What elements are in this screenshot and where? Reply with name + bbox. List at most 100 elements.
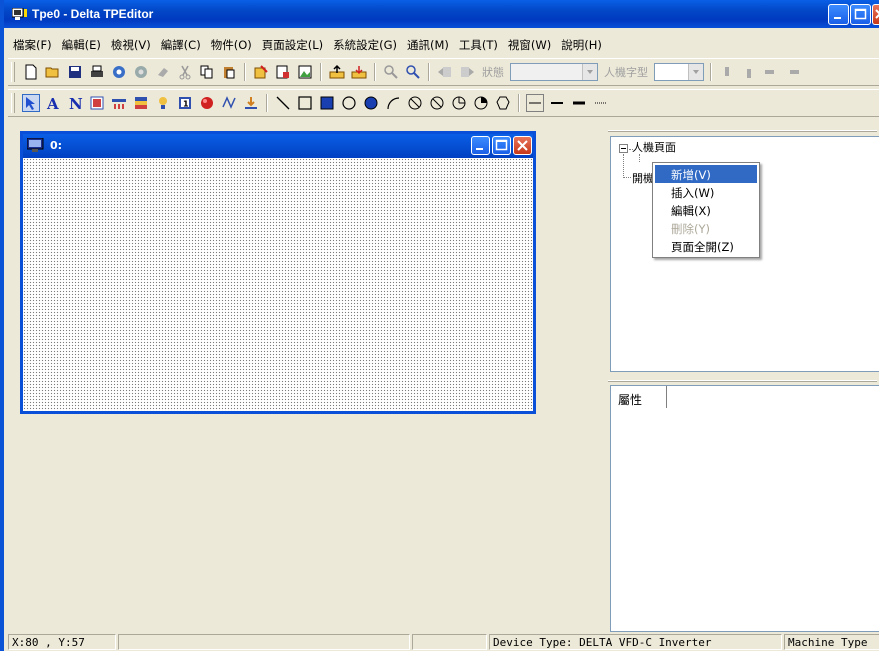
rectangle-tool-icon[interactable]	[296, 94, 314, 112]
button-object-icon[interactable]	[88, 94, 106, 112]
title-bar[interactable]: Tpe0 - Delta TPEditor	[4, 0, 879, 28]
align-top-icon[interactable]	[718, 63, 736, 81]
stacked-icon[interactable]	[132, 94, 150, 112]
page-close-button[interactable]	[513, 136, 532, 155]
tree-collapse-icon[interactable]	[619, 144, 628, 153]
prev-page-icon[interactable]	[436, 63, 454, 81]
pie-tool-icon[interactable]	[450, 94, 468, 112]
menu-compile[interactable]: 編譯(C)	[156, 34, 206, 56]
app-window: Tpe0 - Delta TPEditor 檔案(F) 編輯(E) 檢視(V) …	[0, 0, 879, 651]
maximize-button[interactable]	[850, 4, 871, 25]
hmi-font-combo[interactable]	[654, 63, 704, 81]
align-bottom-icon[interactable]	[740, 63, 758, 81]
tree-root-hmi-pages[interactable]: 人機頁面	[632, 139, 676, 155]
arc-tool-icon[interactable]	[384, 94, 402, 112]
toolbar-grip[interactable]	[11, 93, 15, 113]
state-combo[interactable]	[510, 63, 598, 81]
indicator-icon[interactable]	[198, 94, 216, 112]
select-pointer-icon[interactable]	[22, 94, 40, 112]
zoom-out-icon[interactable]	[404, 63, 422, 81]
print-icon[interactable]	[88, 63, 106, 81]
new-file-icon[interactable]	[22, 63, 40, 81]
meter-icon[interactable]	[220, 94, 238, 112]
menu-system-settings[interactable]: 系統設定(G)	[328, 34, 402, 56]
lamp-icon[interactable]	[154, 94, 172, 112]
menu-edit[interactable]: 編輯(E)	[57, 34, 106, 56]
filled-pie-tool-icon[interactable]	[472, 94, 490, 112]
status-coordinates: X:80 , Y:57	[8, 634, 116, 650]
context-item-edit[interactable]: 編輯(X)	[655, 201, 757, 219]
chevron-down-icon[interactable]	[688, 64, 703, 80]
page-maximize-button[interactable]	[492, 136, 511, 155]
svg-text:1: 1	[183, 100, 189, 109]
context-item-insert[interactable]: 插入(W)	[655, 183, 757, 201]
menu-page-settings[interactable]: 頁面設定(L)	[257, 34, 328, 56]
tree-connector	[639, 154, 640, 162]
text-n-icon[interactable]: N	[66, 94, 84, 112]
align-right-icon[interactable]	[784, 63, 802, 81]
write-icon[interactable]	[132, 63, 150, 81]
drawing-toolbar: A N 1	[8, 89, 879, 117]
status-device-type: Device Type: DELTA VFD-C Inverter	[489, 634, 782, 650]
panel-splitter[interactable]	[608, 127, 879, 135]
next-page-icon[interactable]	[458, 63, 476, 81]
filled-chord-tool-icon[interactable]	[428, 94, 446, 112]
standard-toolbar: 狀態 人機字型	[8, 58, 879, 86]
properties-panel: 屬性	[610, 385, 879, 632]
page-window-titlebar[interactable]: 0:	[23, 134, 533, 158]
circle-tool-icon[interactable]	[340, 94, 358, 112]
upload-plc-icon[interactable]	[328, 63, 346, 81]
download-plc-icon[interactable]	[350, 63, 368, 81]
properties-tab[interactable]: 屬性	[611, 386, 667, 408]
menu-window[interactable]: 視窗(W)	[503, 34, 556, 56]
text-a-icon[interactable]: A	[44, 94, 62, 112]
zoom-in-icon[interactable]	[382, 63, 400, 81]
toolbar-separator	[710, 63, 712, 81]
paste-icon[interactable]	[220, 63, 238, 81]
line-style-dotted-icon[interactable]	[592, 94, 610, 112]
toolbar-separator	[374, 63, 376, 81]
menu-object[interactable]: 物件(O)	[206, 34, 257, 56]
save-icon[interactable]	[66, 63, 84, 81]
menu-view[interactable]: 檢視(V)	[106, 34, 156, 56]
minimize-button[interactable]	[828, 4, 849, 25]
bar-graph-icon[interactable]	[110, 94, 128, 112]
page-window: 0:	[20, 131, 536, 414]
menu-file[interactable]: 檔案(F)	[8, 34, 57, 56]
copy-icon[interactable]	[198, 63, 216, 81]
line-style-medium-icon[interactable]	[548, 94, 566, 112]
cut-icon[interactable]	[176, 63, 194, 81]
download-icon[interactable]	[274, 63, 292, 81]
close-button[interactable]	[872, 4, 879, 25]
filled-circle-tool-icon[interactable]	[362, 94, 380, 112]
properties-tab-label: 屬性	[618, 393, 643, 407]
filled-rectangle-tool-icon[interactable]	[318, 94, 336, 112]
maximize-icon	[854, 8, 867, 20]
align-left-icon[interactable]	[762, 63, 780, 81]
line-style-thick-icon[interactable]	[570, 94, 588, 112]
image-icon[interactable]	[296, 63, 314, 81]
hmi-icon[interactable]	[252, 63, 270, 81]
chevron-down-icon[interactable]	[582, 64, 597, 80]
panel-splitter[interactable]	[608, 377, 879, 385]
context-item-expand-all[interactable]: 頁面全開(Z)	[655, 237, 757, 255]
toolbar-separator	[320, 63, 322, 81]
eraser-icon[interactable]	[154, 63, 172, 81]
menu-help[interactable]: 說明(H)	[556, 34, 607, 56]
menu-communication[interactable]: 通訊(M)	[402, 34, 454, 56]
import-icon[interactable]	[242, 94, 260, 112]
read-icon[interactable]	[110, 63, 128, 81]
line-style-thin-icon[interactable]	[526, 94, 544, 112]
open-folder-icon[interactable]	[44, 63, 62, 81]
page-minimize-button[interactable]	[471, 136, 490, 155]
chord-tool-icon[interactable]	[406, 94, 424, 112]
page-canvas[interactable]	[23, 158, 533, 411]
tree-node-startup[interactable]: 開機	[632, 170, 654, 186]
close-icon	[517, 140, 528, 151]
line-tool-icon[interactable]	[274, 94, 292, 112]
polygon-tool-icon[interactable]	[494, 94, 512, 112]
menu-tools[interactable]: 工具(T)	[454, 34, 503, 56]
numeric-display-icon[interactable]: 1	[176, 94, 194, 112]
toolbar-grip[interactable]	[11, 62, 15, 82]
context-item-new[interactable]: 新增(V)	[655, 165, 757, 183]
